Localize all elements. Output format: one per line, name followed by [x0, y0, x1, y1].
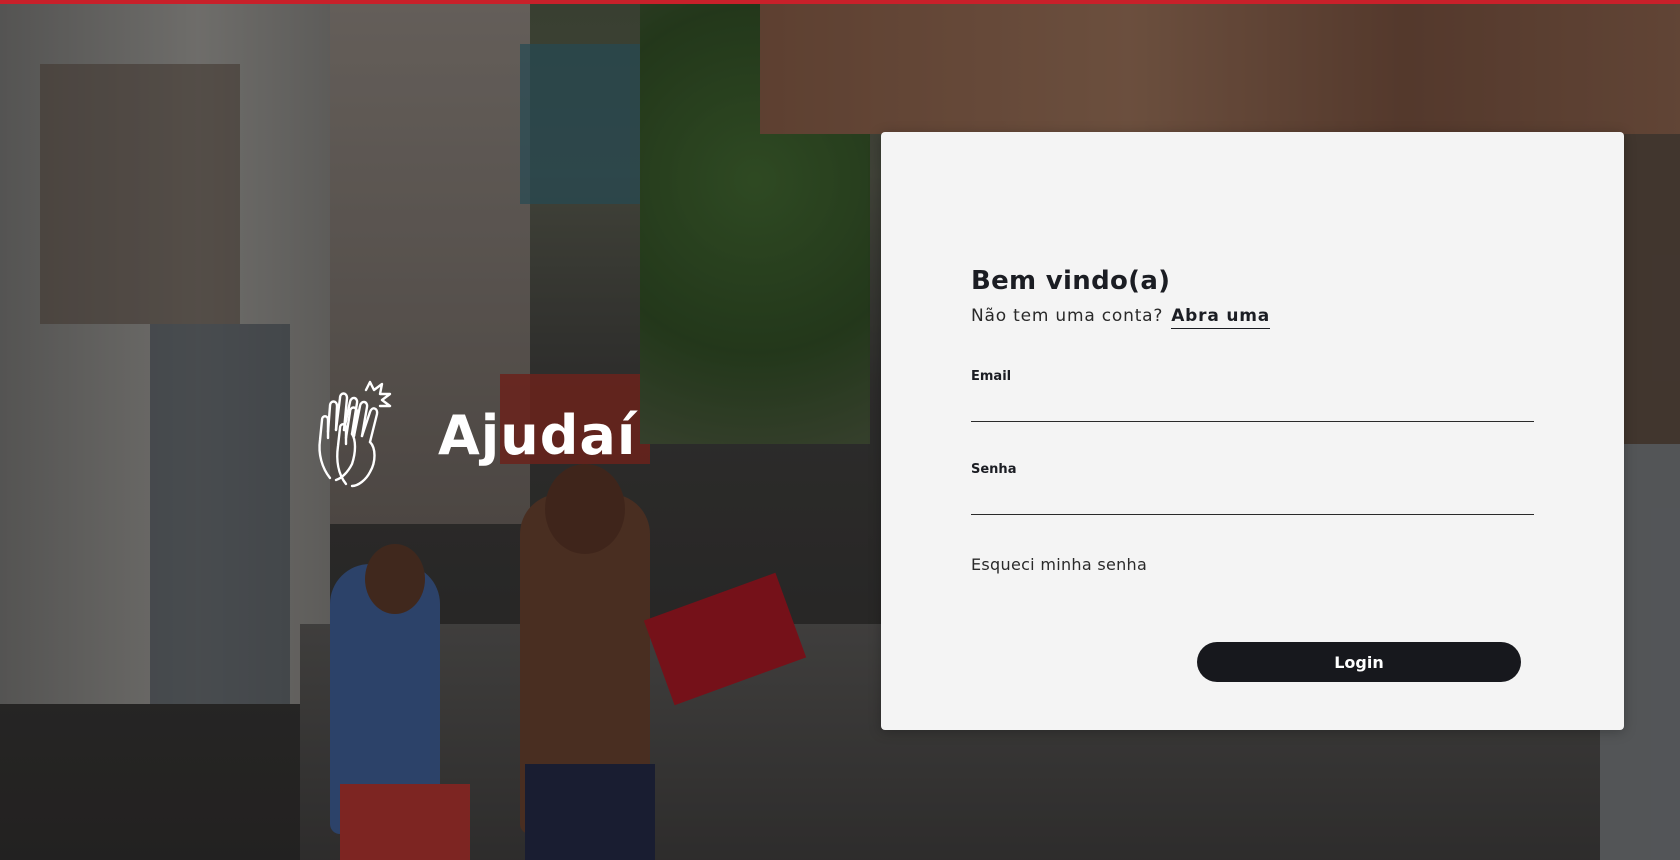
brand: Ajudaí — [308, 380, 638, 490]
signup-row: Não tem uma conta? Abra uma — [971, 306, 1534, 329]
login-card: Bem vindo(a) Não tem uma conta? Abra uma… — [881, 132, 1624, 730]
email-input[interactable] — [971, 384, 1534, 422]
welcome-title: Bem vindo(a) — [971, 266, 1171, 296]
forgot-password-link[interactable]: Esqueci minha senha — [971, 555, 1534, 574]
password-field-group: Senha — [971, 462, 1534, 515]
password-input[interactable] — [971, 477, 1534, 515]
email-label: Email — [971, 369, 1012, 384]
brand-name: Ajudaí — [438, 403, 637, 467]
login-button[interactable]: Login — [1197, 642, 1521, 682]
email-field-group: Email — [971, 369, 1534, 422]
login-form: Bem vindo(a) Não tem uma conta? Abra uma… — [971, 266, 1534, 574]
signup-prompt: Não tem uma conta? — [971, 306, 1164, 326]
top-accent-bar — [0, 0, 1680, 4]
high-five-hands-icon — [308, 380, 398, 490]
signup-link[interactable]: Abra uma — [1171, 306, 1271, 329]
password-label: Senha — [971, 462, 1017, 477]
